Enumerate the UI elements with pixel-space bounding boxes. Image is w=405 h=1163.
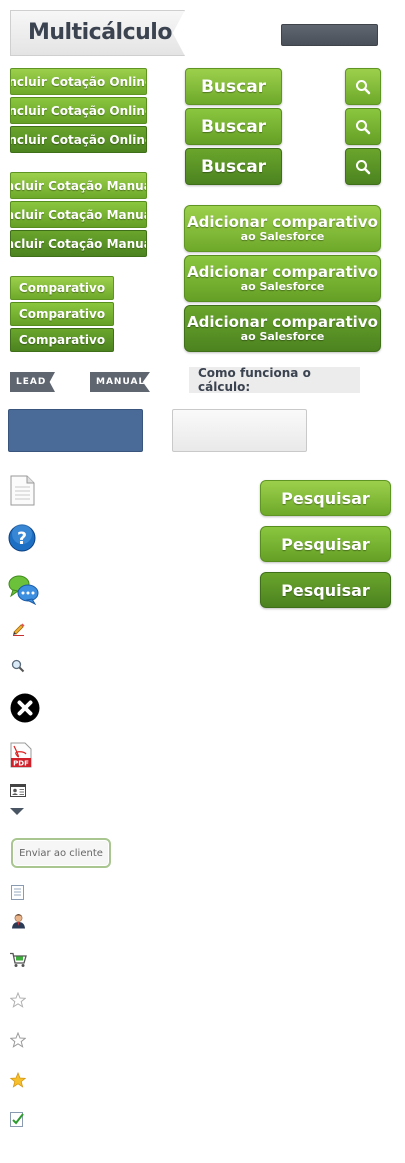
- button-label: Buscar: [200, 156, 267, 177]
- adicionar-comparativo-button-active[interactable]: Adicionar comparativo ao Salesforce: [184, 305, 381, 352]
- button-sublabel: ao Salesforce: [240, 279, 325, 293]
- page-title: Multicálculo: [28, 20, 172, 45]
- search-button-hover[interactable]: [345, 108, 381, 145]
- pesquisar-button-hover[interactable]: Pesquisar: [260, 526, 391, 562]
- adicionar-comparativo-button-hover[interactable]: Adicionar comparativo ao Salesforce: [184, 255, 381, 302]
- incluir-cotacao-online-button-active[interactable]: Incluir Cotação Online: [10, 126, 147, 153]
- document-icon: [10, 475, 35, 506]
- buscar-button-active[interactable]: Buscar: [185, 148, 282, 185]
- cart-icon[interactable]: [9, 952, 27, 968]
- star-empty-icon[interactable]: [10, 992, 26, 1008]
- button-label: Buscar: [200, 76, 267, 97]
- button-label: Pesquisar: [281, 488, 370, 508]
- tag-label: MANUAL: [96, 377, 146, 387]
- user-icon[interactable]: [11, 913, 26, 929]
- button-sublabel: ao Salesforce: [240, 329, 325, 343]
- caret-down-icon[interactable]: [10, 808, 24, 816]
- buscar-button-hover[interactable]: Buscar: [185, 108, 282, 145]
- search-button[interactable]: [345, 68, 381, 105]
- incluir-cotacao-online-button[interactable]: Incluir Cotação Online: [10, 68, 147, 95]
- manual-tag: MANUAL: [90, 372, 150, 392]
- pesquisar-button[interactable]: Pesquisar: [260, 480, 391, 516]
- svg-text:?: ?: [17, 529, 27, 549]
- pdf-label: PDF: [13, 760, 29, 768]
- magnifier-icon[interactable]: [11, 659, 25, 673]
- button-label: Incluir Cotação Online: [10, 132, 147, 147]
- pencil-icon[interactable]: [12, 622, 26, 636]
- incluir-cotacao-manual-button[interactable]: Incluir Cotação Manual: [10, 172, 147, 199]
- button-label: Incluir Cotação Online: [10, 103, 147, 118]
- help-icon[interactable]: ?: [8, 524, 36, 552]
- button-label: Incluir Cotação Online: [10, 74, 147, 89]
- lead-tag: LEAD: [10, 372, 55, 392]
- button-label: Incluir Cotação Manual: [11, 207, 146, 222]
- search-button-active[interactable]: [345, 148, 381, 185]
- checklist-icon[interactable]: [10, 1111, 25, 1127]
- comparativo-button-active[interactable]: Comparativo: [10, 328, 114, 352]
- button-label: Comparativo: [18, 307, 106, 321]
- star-empty-icon[interactable]: [10, 1032, 26, 1048]
- search-icon: [356, 79, 371, 94]
- button-label: Incluir Cotação Manual: [11, 178, 146, 193]
- close-icon[interactable]: [10, 693, 40, 723]
- tag-label: LEAD: [16, 377, 47, 387]
- small-document-icon[interactable]: [11, 885, 24, 900]
- blue-panel: [8, 409, 143, 452]
- enviar-ao-cliente-button[interactable]: Enviar ao cliente: [11, 838, 111, 868]
- button-label: Enviar ao cliente: [19, 847, 103, 859]
- button-label: Incluir Cotação Manual: [11, 236, 146, 251]
- button-label: Pesquisar: [281, 580, 370, 600]
- top-action-button[interactable]: [281, 24, 378, 46]
- como-funciona-text: Como funciona o cálculo:: [198, 366, 311, 394]
- light-panel: [172, 409, 307, 452]
- button-label: Buscar: [200, 116, 267, 137]
- search-icon: [356, 159, 371, 174]
- contact-card-icon[interactable]: [10, 784, 26, 797]
- como-funciona-label: Como funciona o cálculo:: [189, 366, 360, 394]
- pdf-icon[interactable]: PDF: [10, 742, 32, 768]
- button-label: Adicionar comparativo: [187, 212, 378, 231]
- button-label: Pesquisar: [281, 534, 370, 554]
- adicionar-comparativo-button[interactable]: Adicionar comparativo ao Salesforce: [184, 205, 381, 252]
- search-icon: [356, 119, 371, 134]
- incluir-cotacao-manual-button-hover[interactable]: Incluir Cotação Manual: [10, 201, 147, 228]
- incluir-cotacao-online-button-hover[interactable]: Incluir Cotação Online: [10, 97, 147, 124]
- button-label: Comparativo: [18, 281, 106, 295]
- pesquisar-button-active[interactable]: Pesquisar: [260, 572, 391, 608]
- star-filled-icon[interactable]: [10, 1072, 26, 1088]
- button-label: Adicionar comparativo: [187, 312, 378, 331]
- incluir-cotacao-manual-button-active[interactable]: Incluir Cotação Manual: [10, 230, 147, 257]
- button-sublabel: ao Salesforce: [240, 229, 325, 243]
- comparativo-button[interactable]: Comparativo: [10, 276, 114, 300]
- buscar-button[interactable]: Buscar: [185, 68, 282, 105]
- chat-bubbles-icon: [8, 575, 39, 605]
- button-label: Comparativo: [18, 333, 106, 347]
- button-label: Adicionar comparativo: [187, 262, 378, 281]
- page-title-banner: Multicálculo: [10, 10, 185, 56]
- comparativo-button-hover[interactable]: Comparativo: [10, 302, 114, 326]
